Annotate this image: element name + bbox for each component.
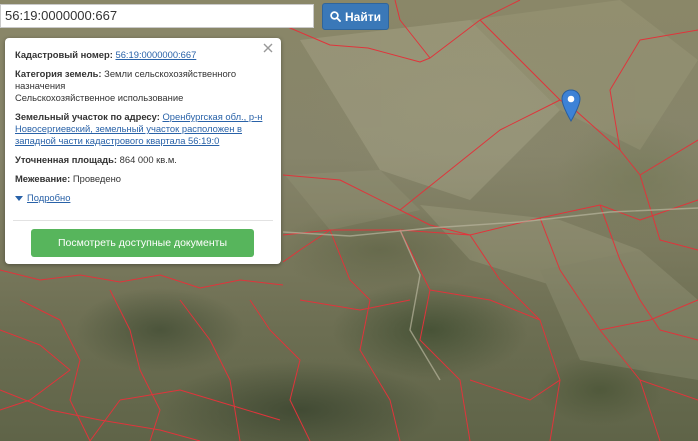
popup-divider — [13, 220, 273, 221]
address-label: Земельный участок по адресу: — [15, 111, 160, 122]
search-button-label: Найти — [345, 9, 381, 24]
land-category-row: Категория земель: Земли сельскохозяйстве… — [15, 68, 271, 104]
search-icon — [330, 11, 341, 22]
search-input[interactable]: 56:19:0000000:667 — [0, 4, 314, 28]
details-label: Подробно — [27, 192, 71, 203]
survey-label: Межевание: — [15, 173, 71, 184]
survey-row: Межевание: Проведено — [15, 173, 271, 185]
survey-value: Проведено — [72, 173, 121, 184]
cadastral-number-label: Кадастровый номер: — [15, 49, 113, 60]
parcel-info-popup: Кадастровый номер: 56:19:0000000:667 Кат… — [5, 38, 281, 264]
cadastral-number-row: Кадастровый номер: 56:19:0000000:667 — [15, 49, 271, 61]
land-category-label: Категория земель: — [15, 68, 102, 79]
land-usage-value: Сельскохозяйственное использование — [15, 92, 184, 103]
cadastral-number-link[interactable]: 56:19:0000000:667 — [115, 49, 196, 60]
caret-down-icon — [15, 195, 23, 201]
area-row: Уточненная площадь: 864 000 кв.м. — [15, 154, 271, 166]
area-value: 864 000 кв.м. — [119, 154, 177, 165]
details-toggle[interactable]: Подробно — [15, 192, 271, 204]
search-input-value: 56:19:0000000:667 — [5, 8, 118, 23]
close-icon[interactable] — [262, 42, 274, 54]
area-label: Уточненная площадь: — [15, 154, 118, 165]
map-marker-icon[interactable] — [560, 89, 582, 122]
search-button[interactable]: Найти — [322, 3, 389, 30]
address-row: Земельный участок по адресу: Оренбургска… — [15, 111, 271, 147]
view-documents-button[interactable]: Посмотреть доступные документы — [31, 229, 254, 257]
